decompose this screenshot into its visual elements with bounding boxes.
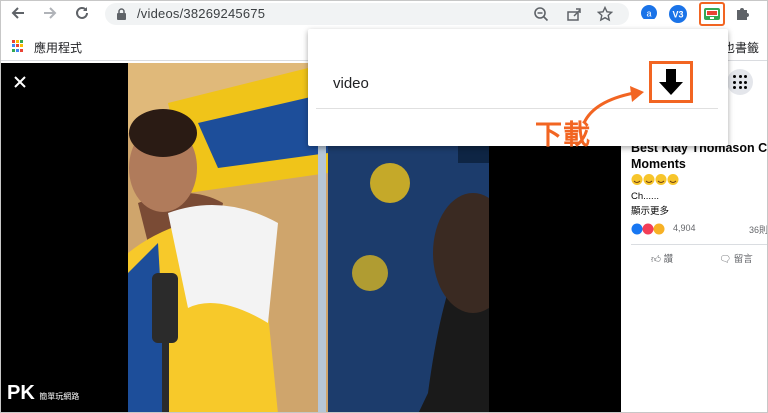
comment-label: 留言 [733,254,753,265]
extension-v3-icon[interactable]: V3 [668,4,688,24]
video-downloader-icon [704,8,720,20]
popup-divider [316,108,718,109]
other-bookmarks-label[interactable]: 也書籤 [723,39,759,56]
arrow-right-icon [44,7,57,19]
puzzle-icon[interactable] [733,4,753,24]
reload-icon [76,6,88,19]
extension-bitwarden-icon[interactable]: a [639,4,659,24]
comment-count[interactable]: 36則 [749,223,767,236]
download-annotation: 下載 [535,120,591,150]
video-item-label: video [333,75,369,92]
apps-bookmark-label[interactable]: 應用程式 [34,39,82,56]
reaction-count[interactable]: 4,904 [673,223,696,233]
watermark-logo: PK 簡單玩網路 [7,382,80,404]
lock-icon [117,8,126,20]
divider [631,244,767,245]
download-arrow-icon [659,69,683,95]
browser-window: /videos/38269245675 a V3 應用程式 也書籤 Best K… [0,0,768,413]
like-label: 讚 [663,254,674,265]
comment-button[interactable]: 🗨︎ 留言 [719,251,753,265]
forward-button[interactable] [39,4,61,26]
grid-menu-icon[interactable] [727,69,753,95]
close-icon[interactable] [13,73,27,93]
see-more-link[interactable]: 顯示更多 [631,203,669,217]
url-text: /videos/38269245675 [137,6,266,21]
svg-text:a: a [646,9,651,19]
browser-toolbar: /videos/38269245675 a V3 [1,1,767,29]
back-button[interactable] [7,4,29,26]
share-icon[interactable] [566,6,582,22]
svg-text:V3: V3 [672,10,683,20]
like-button[interactable]: 👍︎ 讚 [651,251,673,265]
zoom-out-icon[interactable] [533,6,549,22]
star-icon[interactable] [596,5,614,22]
post-text: Ch...... [631,191,659,202]
thumbs-up-icon: 👍︎ [651,254,661,265]
downloader-popup: video [308,29,728,146]
video-downloader-extension-button[interactable] [699,2,725,26]
reaction-icons[interactable] [631,223,671,235]
apps-grid-icon[interactable] [12,40,24,52]
reload-button[interactable] [71,4,93,26]
laughing-emoji-icons [631,174,679,185]
address-bar[interactable]: /videos/38269245675 [105,3,629,25]
arrow-left-icon [11,7,24,19]
comment-icon: 🗨︎ [719,254,732,265]
